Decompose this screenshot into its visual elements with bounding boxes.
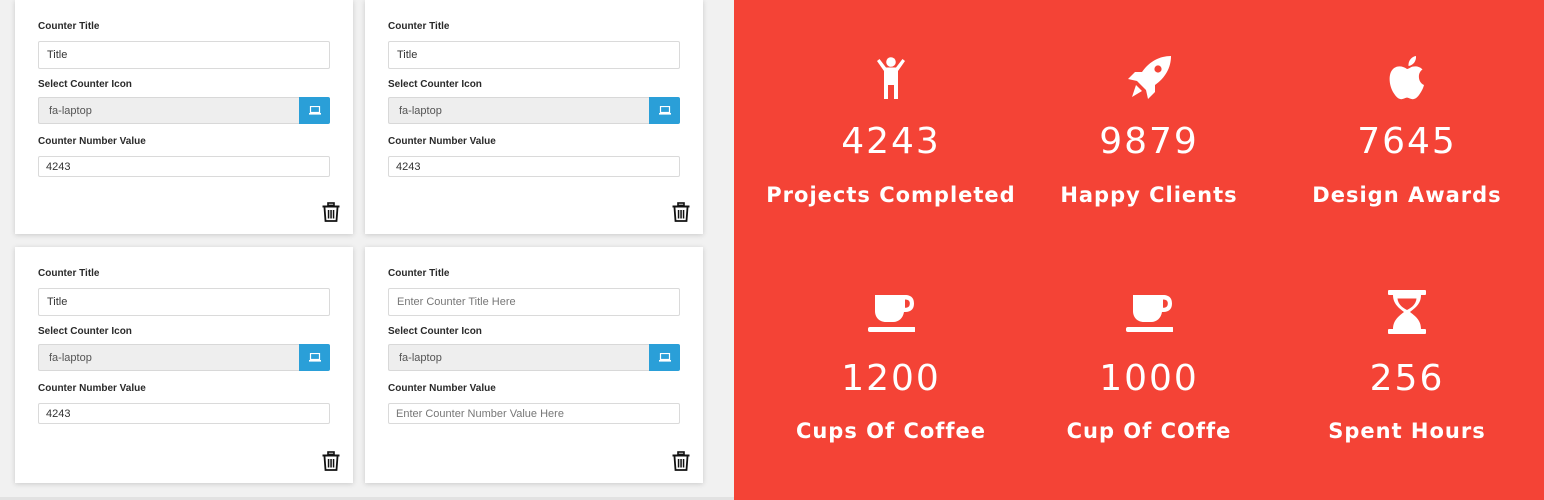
icon-picker-button[interactable] bbox=[649, 97, 680, 124]
icon-field[interactable] bbox=[388, 97, 649, 124]
counter-card: Counter Title Select Counter Icon Counte… bbox=[15, 247, 353, 483]
counter-title-input[interactable] bbox=[388, 41, 680, 69]
counter-number-input[interactable] bbox=[38, 156, 330, 177]
icon-picker bbox=[38, 97, 330, 124]
select-icon-label: Select Counter Icon bbox=[388, 79, 482, 90]
counter-title-label: Counter Title bbox=[38, 21, 100, 32]
counter-editor: Counter Title Select Counter Icon Counte… bbox=[0, 0, 734, 500]
counter-number-label: Counter Number Value bbox=[38, 136, 146, 147]
select-icon-label: Select Counter Icon bbox=[38, 79, 132, 90]
laptop-icon bbox=[308, 106, 321, 115]
counter-title-input[interactable] bbox=[38, 41, 330, 69]
counter-number-label: Counter Number Value bbox=[38, 383, 146, 394]
counter-preview: 4243 Projects Completed 9879 Happy Clien… bbox=[734, 0, 1544, 500]
stat-label: Cup Of COffe bbox=[1066, 419, 1232, 443]
laptop-icon bbox=[308, 353, 321, 362]
icon-picker bbox=[38, 344, 330, 371]
coffee-cup-icon bbox=[1126, 295, 1173, 332]
counter-title-label: Counter Title bbox=[38, 268, 100, 279]
hourglass-icon bbox=[1388, 290, 1426, 334]
select-icon-label: Select Counter Icon bbox=[38, 326, 132, 337]
counter-number-label: Counter Number Value bbox=[388, 136, 496, 147]
stat-number: 1200 bbox=[841, 358, 941, 399]
icon-picker-button[interactable] bbox=[299, 344, 330, 371]
child-icon bbox=[877, 57, 905, 99]
stat-number: 9879 bbox=[1099, 121, 1199, 162]
icon-field[interactable] bbox=[38, 97, 299, 124]
counter-number-input[interactable] bbox=[388, 403, 680, 424]
counter-title-label: Counter Title bbox=[388, 268, 450, 279]
icon-picker bbox=[388, 344, 680, 371]
icon-field[interactable] bbox=[388, 344, 649, 371]
icon-picker-button[interactable] bbox=[299, 97, 330, 124]
trash-icon[interactable] bbox=[321, 451, 341, 471]
stat-label: Design Awards bbox=[1312, 183, 1502, 207]
counter-title-input[interactable] bbox=[388, 288, 680, 316]
counter-number-input[interactable] bbox=[388, 156, 680, 177]
coffee-cup-icon bbox=[868, 295, 915, 332]
stat-number: 256 bbox=[1369, 358, 1445, 399]
counter-number-input[interactable] bbox=[38, 403, 330, 424]
counter-title-label: Counter Title bbox=[388, 21, 450, 32]
icon-picker bbox=[388, 97, 680, 124]
trash-icon[interactable] bbox=[321, 202, 341, 222]
laptop-icon bbox=[658, 106, 671, 115]
counter-card: Counter Title Select Counter Icon Counte… bbox=[365, 0, 703, 234]
stat-label: Projects Completed bbox=[766, 183, 1016, 207]
counter-card: Counter Title Select Counter Icon Counte… bbox=[365, 247, 703, 483]
select-icon-label: Select Counter Icon bbox=[388, 326, 482, 337]
trash-icon[interactable] bbox=[671, 202, 691, 222]
icon-picker-button[interactable] bbox=[649, 344, 680, 371]
laptop-icon bbox=[658, 353, 671, 362]
stat-number: 7645 bbox=[1357, 121, 1457, 162]
stat-label: Happy Clients bbox=[1060, 183, 1238, 207]
counter-card: Counter Title Select Counter Icon Counte… bbox=[15, 0, 353, 234]
apple-icon bbox=[1389, 56, 1424, 100]
rocket-icon bbox=[1128, 56, 1171, 99]
counter-number-label: Counter Number Value bbox=[388, 383, 496, 394]
icon-field[interactable] bbox=[38, 344, 299, 371]
counter-title-input[interactable] bbox=[38, 288, 330, 316]
stat-number: 1000 bbox=[1099, 358, 1199, 399]
trash-icon[interactable] bbox=[671, 451, 691, 471]
stat-label: Spent Hours bbox=[1328, 419, 1486, 443]
stat-label: Cups Of Coffee bbox=[795, 419, 987, 443]
stat-number: 4243 bbox=[841, 121, 941, 162]
